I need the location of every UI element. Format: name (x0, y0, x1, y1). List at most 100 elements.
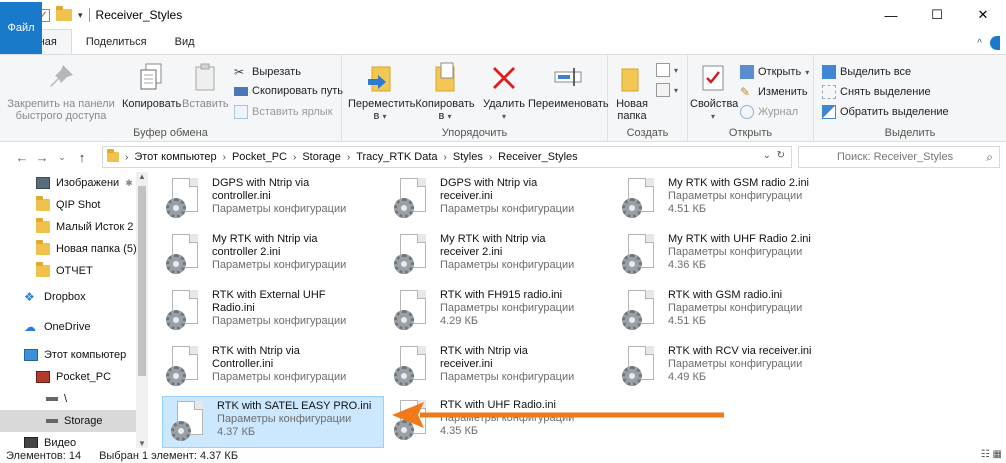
file-item[interactable]: My RTK with Ntrip via receiver 2.ini Парам… (386, 230, 608, 282)
config-file-icon (164, 344, 204, 392)
tab-file[interactable]: Файл (0, 2, 42, 54)
cut-button[interactable]: ✂ Вырезать (234, 65, 301, 79)
invert-selection-button[interactable]: Обратить выделение (822, 105, 949, 119)
easy-access-button[interactable]: ▾ (656, 83, 678, 97)
copy-to-button[interactable]: Копировать в ▾ (414, 61, 476, 123)
move-to-button[interactable]: Переместить в ▾ (348, 61, 415, 123)
nav-item-this-pc[interactable]: Этот компьютер (0, 344, 138, 366)
folder-icon (107, 149, 119, 162)
file-item[interactable]: My RTK with GSM radio 2.ini Параметры кон… (614, 174, 836, 226)
paste-shortcut-button[interactable]: Вставить ярлык (234, 105, 333, 119)
forward-arrow-icon[interactable]: → (32, 150, 52, 165)
arrow-head (392, 402, 424, 428)
tab-share[interactable]: Поделиться (72, 30, 161, 54)
file-item[interactable]: RTK with FH915 radio.ini Параметры конфиг… (386, 286, 608, 338)
nav-item-label: ОТЧЕТ (56, 265, 93, 277)
open-button[interactable]: Открыть ▾ (740, 65, 809, 79)
new-folder-button[interactable]: Новая папка (612, 61, 652, 122)
file-type: Параметры конфигурации (668, 190, 803, 202)
file-name-line2: Controller.ini (212, 358, 274, 370)
scroll-up-icon[interactable]: ▲ (136, 172, 148, 181)
chevron-right-icon[interactable]: › (125, 152, 128, 163)
copy-button[interactable]: Копировать (122, 61, 181, 110)
nav-item-label: Pocket_PC (56, 371, 112, 383)
chevron-down-icon[interactable]: ⌄ (763, 150, 771, 161)
select-none-button[interactable]: Снять выделение (822, 85, 931, 99)
breadcrumb-storage[interactable]: Storage (302, 151, 341, 163)
chevron-down-icon: ▾ (382, 112, 387, 121)
file-item[interactable]: RTK with Ntrip via Controller.ini Параметр… (158, 342, 380, 394)
nav-item-onedrive[interactable]: ☁ OneDrive (0, 316, 138, 338)
close-button[interactable]: ✕ (960, 0, 1006, 30)
up-arrow-icon[interactable]: ↑ (72, 150, 92, 165)
breadcrumb-styles[interactable]: Styles (453, 151, 483, 163)
nav-item-dropbox[interactable]: ❖ Dropbox (0, 286, 138, 308)
paste-button[interactable]: Вставить (182, 61, 229, 110)
config-file-icon (392, 344, 432, 392)
new-item-button[interactable]: ▾ (656, 63, 678, 77)
nav-pane-scrollbar[interactable]: ▲ ▼ (136, 172, 148, 448)
view-toggle-icons[interactable]: ☷ ▦ (981, 449, 1002, 460)
chevron-right-icon[interactable]: › (489, 152, 492, 163)
chevron-right-icon[interactable]: › (347, 152, 350, 163)
delete-button[interactable]: Удалить ▾ (480, 61, 528, 123)
file-item[interactable]: RTK with SATEL EASY PRO.ini Параметры кон… (162, 396, 384, 448)
nav-item-label: Storage (64, 415, 103, 427)
edit-button[interactable]: ✎ Изменить (740, 85, 808, 99)
maximize-button[interactable]: ☐ (914, 0, 960, 30)
file-item[interactable]: RTK with GSM radio.ini Параметры конфигур… (614, 286, 836, 338)
recent-locations-icon[interactable]: ⌄ (52, 152, 72, 163)
collapse-ribbon-icon[interactable]: ^ (977, 38, 982, 49)
file-size: 4.36 КБ (668, 259, 707, 271)
device-icon (36, 371, 50, 383)
nav-item-storage[interactable]: Storage (0, 410, 138, 432)
chevron-right-icon[interactable]: › (293, 152, 296, 163)
file-item[interactable]: RTK with RCV via receiver.ini Параметры к… (614, 342, 836, 394)
file-size: 4.29 КБ (440, 315, 479, 327)
properties-button[interactable]: Свойства ▾ (690, 61, 738, 123)
refresh-icon[interactable]: ↻ (777, 150, 785, 161)
nav-item-pictures[interactable]: Изображени ✱ (0, 172, 138, 194)
help-icon[interactable] (990, 36, 1000, 50)
nav-item-qip-shot[interactable]: QIP Shot (0, 194, 138, 216)
new-folder-icon[interactable] (56, 6, 72, 21)
history-button[interactable]: Журнал (740, 105, 798, 119)
pin-quick-access-button[interactable]: Закрепить на панели быстрого доступа (6, 61, 116, 122)
search-box[interactable]: Поиск: Receiver_Styles ⌕ (798, 146, 1000, 168)
select-none-label: Снять выделение (840, 86, 931, 98)
select-all-button[interactable]: Выделить все (822, 65, 911, 79)
search-icon[interactable]: ⌕ (986, 150, 993, 165)
chevron-right-icon[interactable]: › (444, 152, 447, 163)
nav-item-otchet[interactable]: ОТЧЕТ (0, 260, 138, 282)
file-item[interactable]: RTK with Ntrip via receiver.ini Параметры … (386, 342, 608, 394)
tab-view[interactable]: Вид (161, 30, 209, 54)
nav-item-root[interactable]: \ (0, 388, 138, 410)
address-bar[interactable]: › Этот компьютер › Pocket_PC › Storage ›… (102, 146, 792, 168)
nav-item-new-folder-5[interactable]: Новая папка (5) (0, 238, 138, 260)
copy-path-button[interactable]: Скопировать путь (234, 85, 343, 97)
onedrive-icon: ☁ (24, 320, 36, 334)
minimize-button[interactable]: — (868, 0, 914, 30)
nav-item-pocket-pc[interactable]: Pocket_PC (0, 366, 138, 388)
file-item[interactable]: My RTK with UHF Radio 2.ini Параметры кон… (614, 230, 836, 282)
breadcrumb-pocket-pc[interactable]: Pocket_PC (232, 151, 287, 163)
nav-item-maly-istok[interactable]: Малый Исток 2 (0, 216, 138, 238)
file-item[interactable]: My RTK with Ntrip via controller 2.ini Пар… (158, 230, 380, 282)
select-none-icon (822, 85, 836, 99)
file-text: My RTK with UHF Radio 2.ini Параметры кон… (668, 230, 811, 282)
file-item[interactable]: DGPS with Ntrip via controller.ini Парамет… (158, 174, 380, 226)
customize-toolbar-icon[interactable]: ▾ (78, 10, 83, 21)
breadcrumb-receiver-styles[interactable]: Receiver_Styles (498, 151, 577, 163)
breadcrumb-tracy-rtk-data[interactable]: Tracy_RTK Data (356, 151, 437, 163)
nav-item-video[interactable]: Видео (0, 432, 138, 448)
file-type: Параметры конфигурации (668, 246, 803, 258)
scrollbar-thumb[interactable] (138, 186, 146, 376)
file-item[interactable]: RTK with External UHF Radio.ini Параметры … (158, 286, 380, 338)
chevron-right-icon[interactable]: › (223, 152, 226, 163)
copy-path-icon (234, 86, 248, 96)
rename-button[interactable]: Переименовать (528, 61, 609, 110)
file-item[interactable]: DGPS with Ntrip via receiver.ini Параметры… (386, 174, 608, 226)
scroll-down-icon[interactable]: ▼ (136, 439, 148, 448)
back-arrow-icon[interactable]: ← (12, 150, 32, 165)
breadcrumb-this-pc[interactable]: Этот компьютер (134, 151, 216, 163)
